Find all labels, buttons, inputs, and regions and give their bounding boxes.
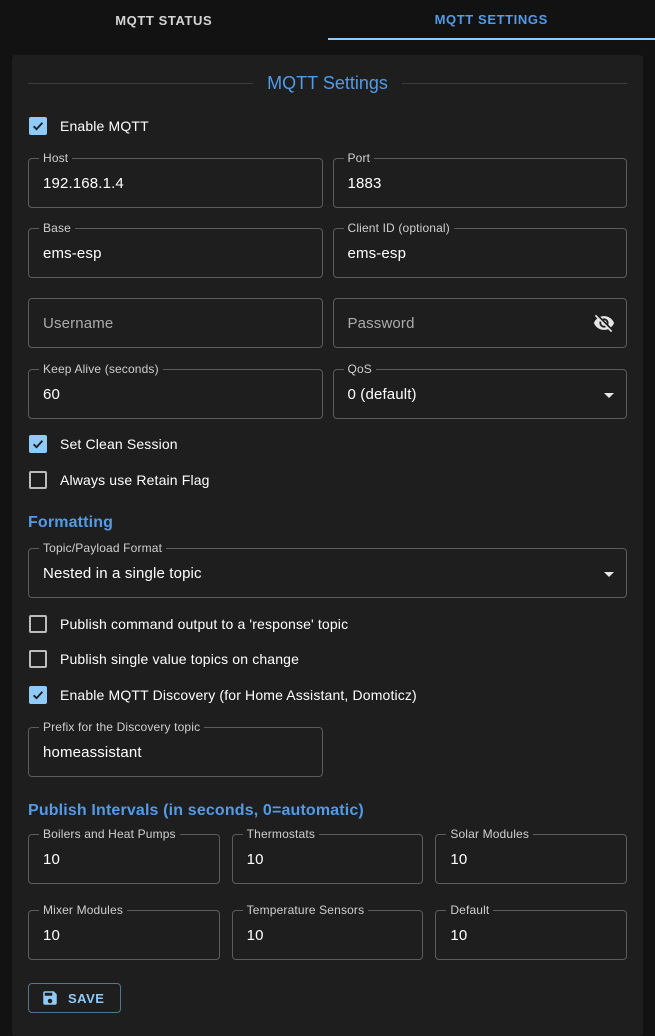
discovery-prefix-field-label: Prefix for the Discovery topic	[39, 720, 204, 734]
title-divider: MQTT Settings	[28, 73, 627, 94]
qos-select[interactable]: QoS 0 (default)	[333, 369, 628, 419]
tab-bar: MQTT STATUS MQTT SETTINGS	[0, 0, 655, 40]
topic-format-select-label: Topic/Payload Format	[39, 541, 166, 555]
interval-temperature-input[interactable]	[233, 911, 423, 959]
checkbox-icon[interactable]	[29, 471, 47, 489]
interval-default-field[interactable]: Default	[435, 910, 627, 960]
checkbox-icon[interactable]	[29, 435, 47, 453]
tab-mqtt-settings[interactable]: MQTT SETTINGS	[328, 0, 655, 40]
interval-mixer-input[interactable]	[29, 911, 219, 959]
checkbox-label: Set Clean Session	[60, 436, 178, 452]
publish-response-checkbox[interactable]: Publish command output to a 'response' t…	[28, 614, 627, 634]
tab-mqtt-status-label: MQTT STATUS	[115, 13, 212, 28]
mqtt-discovery-checkbox[interactable]: Enable MQTT Discovery (for Home Assistan…	[28, 685, 627, 705]
checkbox-icon[interactable]	[29, 615, 47, 633]
retain-flag-checkbox[interactable]: Always use Retain Flag	[28, 470, 627, 490]
publish-single-checkbox[interactable]: Publish single value topics on change	[28, 649, 627, 669]
interval-solar-label: Solar Modules	[446, 827, 533, 841]
mqtt-settings-panel: MQTT Settings Enable MQTT Host Port Base…	[12, 55, 643, 1036]
page-title: MQTT Settings	[253, 73, 402, 94]
client-id-field-label: Client ID (optional)	[344, 221, 454, 235]
client-id-input[interactable]	[334, 229, 627, 277]
interval-boilers-input[interactable]	[29, 835, 219, 883]
topic-format-selected-value: Nested in a single topic	[29, 549, 626, 597]
host-field[interactable]: Host	[28, 158, 323, 208]
username-input[interactable]	[29, 299, 322, 347]
checkbox-icon[interactable]	[29, 117, 47, 135]
checkbox-label: Publish command output to a 'response' t…	[60, 616, 348, 632]
checkbox-icon[interactable]	[29, 686, 47, 704]
save-icon	[41, 989, 59, 1007]
qos-select-label: QoS	[344, 362, 376, 376]
publish-intervals-heading: Publish Intervals (in seconds, 0=automat…	[28, 802, 627, 820]
divider-line	[402, 83, 627, 84]
keep-alive-field[interactable]: Keep Alive (seconds)	[28, 369, 323, 419]
arrow-drop-down-icon	[604, 572, 614, 577]
port-field[interactable]: Port	[333, 158, 628, 208]
arrow-drop-down-icon	[604, 393, 614, 398]
base-input[interactable]	[29, 229, 322, 277]
interval-thermostats-input[interactable]	[233, 835, 423, 883]
base-field[interactable]: Base	[28, 228, 323, 278]
save-button[interactable]: SAVE	[28, 983, 121, 1013]
discovery-prefix-input[interactable]	[29, 728, 322, 776]
tab-mqtt-settings-label: MQTT SETTINGS	[435, 12, 548, 27]
host-input[interactable]	[29, 159, 322, 207]
interval-solar-input[interactable]	[436, 835, 626, 883]
visibility-off-icon[interactable]	[592, 311, 616, 335]
enable-mqtt-checkbox[interactable]: Enable MQTT	[28, 116, 627, 136]
password-input[interactable]	[334, 299, 627, 347]
port-input[interactable]	[334, 159, 627, 207]
checkbox-label: Publish single value topics on change	[60, 651, 299, 667]
interval-mixer-label: Mixer Modules	[39, 903, 127, 917]
interval-thermostats-field[interactable]: Thermostats	[232, 834, 424, 884]
keep-alive-field-label: Keep Alive (seconds)	[39, 362, 163, 376]
client-id-field[interactable]: Client ID (optional)	[333, 228, 628, 278]
qos-selected-value: 0 (default)	[334, 370, 627, 418]
password-field[interactable]	[333, 298, 628, 348]
interval-temperature-field[interactable]: Temperature Sensors	[232, 910, 424, 960]
checkbox-icon[interactable]	[29, 650, 47, 668]
clean-session-checkbox[interactable]: Set Clean Session	[28, 434, 627, 454]
keep-alive-input[interactable]	[29, 370, 322, 418]
interval-solar-field[interactable]: Solar Modules	[435, 834, 627, 884]
interval-mixer-field[interactable]: Mixer Modules	[28, 910, 220, 960]
interval-default-input[interactable]	[436, 911, 626, 959]
interval-boilers-field[interactable]: Boilers and Heat Pumps	[28, 834, 220, 884]
tab-mqtt-status[interactable]: MQTT STATUS	[0, 0, 328, 40]
divider-line	[28, 83, 253, 84]
topic-format-select[interactable]: Topic/Payload Format Nested in a single …	[28, 548, 627, 598]
host-field-label: Host	[39, 151, 72, 165]
port-field-label: Port	[344, 151, 375, 165]
interval-thermostats-label: Thermostats	[243, 827, 319, 841]
base-field-label: Base	[39, 221, 75, 235]
interval-temperature-label: Temperature Sensors	[243, 903, 369, 917]
save-button-label: SAVE	[68, 991, 104, 1006]
checkbox-label: Enable MQTT	[60, 118, 149, 134]
interval-default-label: Default	[446, 903, 493, 917]
username-field[interactable]	[28, 298, 323, 348]
checkbox-label: Enable MQTT Discovery (for Home Assistan…	[60, 687, 417, 703]
interval-boilers-label: Boilers and Heat Pumps	[39, 827, 180, 841]
formatting-heading: Formatting	[28, 514, 627, 532]
discovery-prefix-field[interactable]: Prefix for the Discovery topic	[28, 727, 323, 777]
checkbox-label: Always use Retain Flag	[60, 472, 210, 488]
